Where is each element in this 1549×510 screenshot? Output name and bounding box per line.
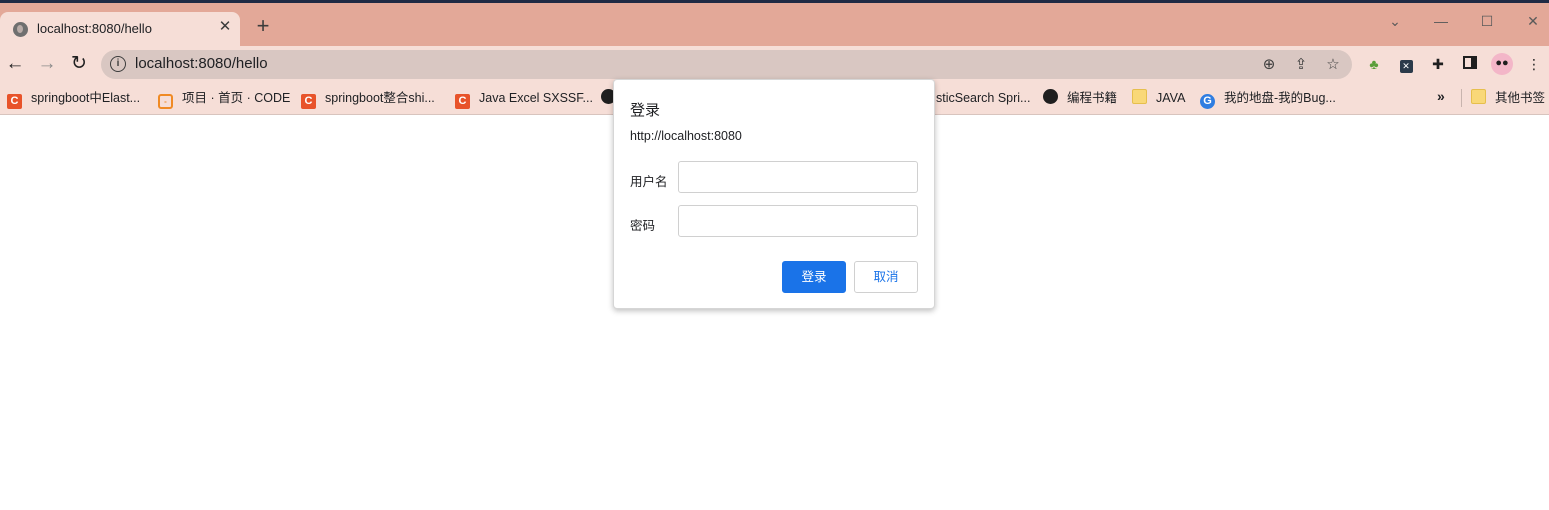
site-info-icon[interactable]: i	[110, 56, 126, 72]
csdn-icon: C	[301, 94, 316, 109]
bookmark-label: 项目 · 首页 · CODE	[182, 91, 291, 105]
new-tab-button[interactable]: +	[253, 15, 273, 37]
url-text[interactable]: localhost:8080/hello	[135, 55, 268, 72]
forward-button[interactable]: →	[36, 53, 58, 75]
profile-avatar[interactable]: ●●	[1491, 53, 1513, 75]
browser-toolbar: ← → ↻ i localhost:8080/hello ⊕ ⇪ ☆ ♣ ✕ ✚…	[0, 46, 1549, 82]
github-icon	[1043, 89, 1058, 104]
bookmark-label: springboot中Elast...	[31, 91, 141, 105]
bookmark-item[interactable]: sticSearch Spri...	[936, 89, 1030, 107]
folder-icon	[1471, 89, 1486, 104]
bookmark-item[interactable]: - 项目 · 首页 · CODE	[158, 89, 291, 109]
folder-icon	[1132, 89, 1147, 104]
extension-leaf-icon[interactable]: ♣	[1364, 54, 1384, 74]
tab-close-icon[interactable]: ✕	[216, 18, 234, 36]
cancel-button[interactable]: 取消	[854, 261, 918, 293]
tab-active[interactable]: localhost:8080/hello ✕	[0, 12, 240, 46]
back-button[interactable]: ←	[4, 53, 26, 75]
address-bar[interactable]: i localhost:8080/hello ⊕ ⇪ ☆	[101, 50, 1352, 79]
bookmark-item[interactable]: C Java Excel SXSSF...	[455, 89, 593, 109]
bookmark-label: Java Excel SXSSF...	[479, 91, 593, 105]
bookmark-label: 编程书籍	[1067, 91, 1118, 105]
menu-icon[interactable]: ⋮	[1524, 54, 1544, 74]
login-dialog: 登录 http://localhost:8080 用户名 密码 登录 取消	[613, 79, 935, 309]
csdn-icon: C	[7, 94, 22, 109]
minimize-button[interactable]: —	[1431, 11, 1451, 31]
window-close-button[interactable]: ✕	[1523, 11, 1543, 31]
bookmark-folder[interactable]: JAVA	[1132, 89, 1185, 107]
globe-icon	[13, 22, 28, 37]
other-bookmarks-folder[interactable]: 其他书签	[1471, 89, 1545, 107]
bookmarks-divider	[1461, 89, 1462, 107]
dialog-origin: http://localhost:8080	[630, 129, 742, 143]
bookmark-label: 我的地盘-我的Bug...	[1224, 91, 1336, 105]
zoom-icon[interactable]: ⊕	[1259, 55, 1279, 75]
username-label: 用户名	[630, 175, 668, 189]
side-panel-icon[interactable]	[1460, 54, 1480, 74]
bookmarks-overflow-button[interactable]: »	[1437, 88, 1445, 104]
extension-x-icon[interactable]: ✕	[1396, 54, 1416, 74]
bookmark-label: springboot整合shi...	[325, 91, 435, 105]
tab-title: localhost:8080/hello	[37, 21, 152, 36]
bookmark-label: JAVA	[1156, 91, 1186, 105]
password-field[interactable]	[678, 205, 918, 237]
extensions-puzzle-icon[interactable]: ✚	[1428, 54, 1448, 74]
password-label: 密码	[630, 219, 656, 233]
tab-search-icon[interactable]: ⌄	[1385, 11, 1405, 31]
bookmark-item[interactable]: G 我的地盘-我的Bug...	[1200, 89, 1336, 109]
bookmark-label: 其他书签	[1495, 91, 1546, 105]
tab-strip: localhost:8080/hello ✕ + ⌄ — ☐ ✕	[0, 3, 1549, 46]
bookmark-item[interactable]: 编程书籍	[1043, 89, 1117, 107]
bug-icon: G	[1200, 94, 1215, 109]
reload-button[interactable]: ↻	[68, 53, 90, 75]
csdn-icon: C	[455, 94, 470, 109]
bookmark-item[interactable]: Cspringboot中Elast...	[7, 89, 141, 109]
dialog-title: 登录	[630, 102, 661, 119]
share-icon[interactable]: ⇪	[1291, 55, 1311, 75]
maximize-button[interactable]: ☐	[1477, 11, 1497, 31]
username-field[interactable]	[678, 161, 918, 193]
login-button[interactable]: 登录	[782, 261, 846, 293]
bookmark-label: sticSearch Spri...	[936, 91, 1031, 105]
bookmark-item[interactable]: Cspringboot整合shi...	[301, 89, 435, 109]
code-icon: -	[158, 94, 173, 109]
bookmark-star-icon[interactable]: ☆	[1323, 55, 1343, 75]
